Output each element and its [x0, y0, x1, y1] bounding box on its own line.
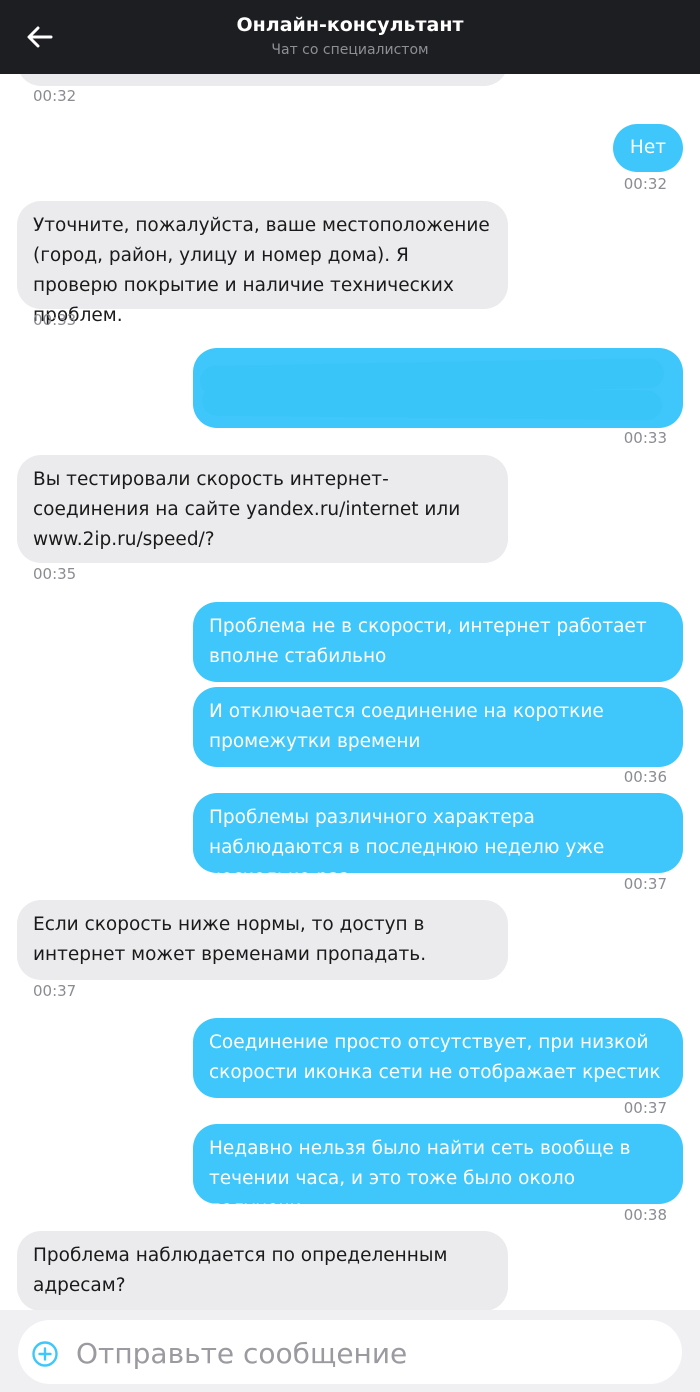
message-user: Нет	[612, 124, 683, 172]
message-user: Проблемы различного характера наблюдаютс…	[193, 793, 683, 888]
message-time: 00:33	[33, 311, 77, 329]
message-time: 00:35	[33, 565, 77, 583]
message-input[interactable]	[74, 1328, 668, 1378]
message-user: Соединение просто отсутствует, при низко…	[193, 1018, 683, 1098]
chat-history[interactable]: 00:32 Нет 00:32 Уточните, пожалуйста, ва…	[0, 0, 700, 1310]
page-title: Онлайн-консультант	[236, 14, 464, 36]
attach-button[interactable]	[32, 1341, 58, 1367]
message-operator: Уточните, пожалуйста, ваше местоположени…	[17, 201, 508, 326]
page-subtitle: Чат со специалистом	[271, 42, 429, 58]
message-time: 00:36	[623, 768, 667, 786]
message-time: 00:38	[623, 1206, 667, 1224]
message-operator: Проблема наблюдается по определенным адр…	[17, 1231, 508, 1310]
message-time: 00:32	[33, 87, 77, 105]
message-time: 00:37	[623, 1099, 667, 1117]
message-user: Проблема не в скорости, интернет работае…	[193, 602, 683, 682]
redaction-mark	[201, 385, 663, 421]
message-user: Недавно нельзя было найти сеть вообще в …	[193, 1124, 683, 1219]
message-time: 00:32	[623, 175, 667, 193]
message-user: И отключается соединение на короткие про…	[193, 687, 683, 767]
message-time: 00:37	[623, 875, 667, 893]
message-operator: Если скорость ниже нормы, то доступ в ин…	[17, 900, 508, 980]
app-header: Онлайн-консультант Чат со специалистом	[0, 0, 700, 74]
plus-circle-icon	[32, 1341, 58, 1367]
message-time: 00:33	[623, 429, 667, 447]
message-time: 00:37	[33, 982, 77, 1000]
message-operator: Вы тестировали скорость интернет-соедине…	[17, 455, 508, 563]
